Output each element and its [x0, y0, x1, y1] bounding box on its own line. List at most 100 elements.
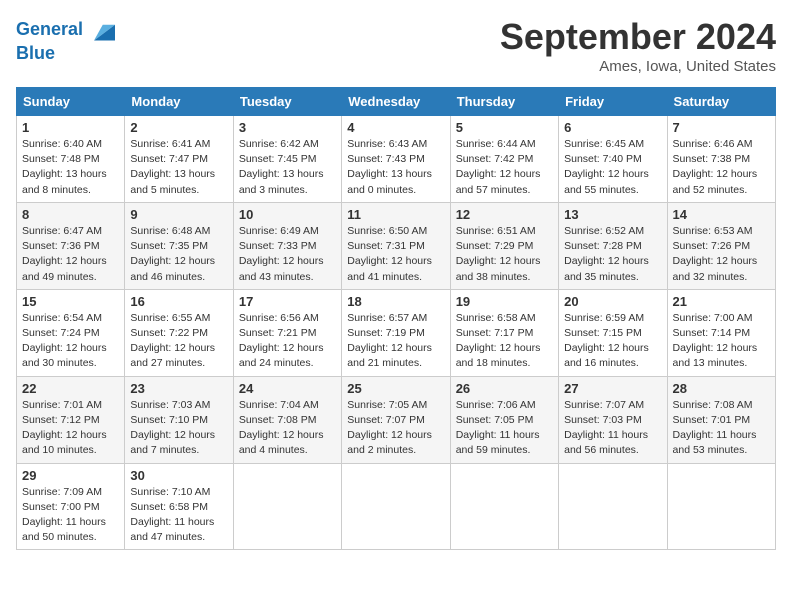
- calendar-cell: 27 Sunrise: 7:07 AM Sunset: 7:03 PM Dayl…: [559, 376, 667, 463]
- sunset: Sunset: 7:00 PM: [22, 501, 100, 513]
- day-info: Sunrise: 6:59 AM Sunset: 7:15 PM Dayligh…: [564, 311, 661, 372]
- sunrise: Sunrise: 7:01 AM: [22, 399, 102, 411]
- sunrise: Sunrise: 7:07 AM: [564, 399, 644, 411]
- calendar-week: 22 Sunrise: 7:01 AM Sunset: 7:12 PM Dayl…: [17, 376, 776, 463]
- sunset: Sunset: 7:35 PM: [130, 240, 208, 252]
- day-number: 24: [239, 381, 336, 396]
- daylight: Daylight: 12 hours and 21 minutes.: [347, 342, 432, 369]
- sunrise: Sunrise: 6:51 AM: [456, 225, 536, 237]
- day-info: Sunrise: 6:48 AM Sunset: 7:35 PM Dayligh…: [130, 224, 227, 285]
- calendar-cell: 5 Sunrise: 6:44 AM Sunset: 7:42 PM Dayli…: [450, 116, 558, 203]
- sunrise: Sunrise: 7:06 AM: [456, 399, 536, 411]
- weekday-header: Wednesday: [342, 88, 450, 116]
- day-info: Sunrise: 7:03 AM Sunset: 7:10 PM Dayligh…: [130, 398, 227, 459]
- logo: General Blue: [16, 16, 115, 64]
- sunrise: Sunrise: 6:41 AM: [130, 138, 210, 150]
- sunset: Sunset: 7:36 PM: [22, 240, 100, 252]
- sunrise: Sunrise: 7:10 AM: [130, 486, 210, 498]
- sunset: Sunset: 7:45 PM: [239, 153, 317, 165]
- daylight: Daylight: 12 hours and 43 minutes.: [239, 255, 324, 282]
- sunset: Sunset: 7:21 PM: [239, 327, 317, 339]
- daylight: Daylight: 12 hours and 13 minutes.: [673, 342, 758, 369]
- day-number: 3: [239, 120, 336, 135]
- sunset: Sunset: 7:48 PM: [22, 153, 100, 165]
- sunrise: Sunrise: 6:48 AM: [130, 225, 210, 237]
- sunset: Sunset: 6:58 PM: [130, 501, 208, 513]
- sunrise: Sunrise: 6:44 AM: [456, 138, 536, 150]
- sunrise: Sunrise: 7:08 AM: [673, 399, 753, 411]
- day-number: 28: [673, 381, 770, 396]
- sunset: Sunset: 7:14 PM: [673, 327, 751, 339]
- calendar-cell: 28 Sunrise: 7:08 AM Sunset: 7:01 PM Dayl…: [667, 376, 775, 463]
- daylight: Daylight: 12 hours and 32 minutes.: [673, 255, 758, 282]
- calendar-cell: 18 Sunrise: 6:57 AM Sunset: 7:19 PM Dayl…: [342, 289, 450, 376]
- daylight: Daylight: 11 hours and 53 minutes.: [673, 429, 757, 456]
- day-info: Sunrise: 7:01 AM Sunset: 7:12 PM Dayligh…: [22, 398, 119, 459]
- calendar-cell: 26 Sunrise: 7:06 AM Sunset: 7:05 PM Dayl…: [450, 376, 558, 463]
- sunset: Sunset: 7:33 PM: [239, 240, 317, 252]
- day-info: Sunrise: 7:05 AM Sunset: 7:07 PM Dayligh…: [347, 398, 444, 459]
- day-number: 12: [456, 207, 553, 222]
- day-info: Sunrise: 6:46 AM Sunset: 7:38 PM Dayligh…: [673, 137, 770, 198]
- sunset: Sunset: 7:26 PM: [673, 240, 751, 252]
- daylight: Daylight: 12 hours and 18 minutes.: [456, 342, 541, 369]
- day-number: 27: [564, 381, 661, 396]
- empty-cell: [450, 463, 558, 550]
- day-number: 7: [673, 120, 770, 135]
- day-info: Sunrise: 6:44 AM Sunset: 7:42 PM Dayligh…: [456, 137, 553, 198]
- day-number: 9: [130, 207, 227, 222]
- day-info: Sunrise: 6:47 AM Sunset: 7:36 PM Dayligh…: [22, 224, 119, 285]
- day-number: 4: [347, 120, 444, 135]
- calendar-cell: 14 Sunrise: 6:53 AM Sunset: 7:26 PM Dayl…: [667, 202, 775, 289]
- sunrise: Sunrise: 7:04 AM: [239, 399, 319, 411]
- sunrise: Sunrise: 6:58 AM: [456, 312, 536, 324]
- day-info: Sunrise: 6:58 AM Sunset: 7:17 PM Dayligh…: [456, 311, 553, 372]
- sunset: Sunset: 7:40 PM: [564, 153, 642, 165]
- calendar-cell: 11 Sunrise: 6:50 AM Sunset: 7:31 PM Dayl…: [342, 202, 450, 289]
- logo-blue: Blue: [16, 44, 115, 64]
- daylight: Daylight: 12 hours and 24 minutes.: [239, 342, 324, 369]
- sunset: Sunset: 7:28 PM: [564, 240, 642, 252]
- sunrise: Sunrise: 6:56 AM: [239, 312, 319, 324]
- calendar-cell: 10 Sunrise: 6:49 AM Sunset: 7:33 PM Dayl…: [233, 202, 341, 289]
- location: Ames, Iowa, United States: [500, 58, 776, 75]
- day-info: Sunrise: 6:45 AM Sunset: 7:40 PM Dayligh…: [564, 137, 661, 198]
- day-info: Sunrise: 6:52 AM Sunset: 7:28 PM Dayligh…: [564, 224, 661, 285]
- calendar-body: 1 Sunrise: 6:40 AM Sunset: 7:48 PM Dayli…: [17, 116, 776, 550]
- day-info: Sunrise: 7:00 AM Sunset: 7:14 PM Dayligh…: [673, 311, 770, 372]
- sunset: Sunset: 7:43 PM: [347, 153, 425, 165]
- day-number: 14: [673, 207, 770, 222]
- day-info: Sunrise: 7:09 AM Sunset: 7:00 PM Dayligh…: [22, 485, 119, 546]
- sunrise: Sunrise: 6:45 AM: [564, 138, 644, 150]
- calendar-cell: 15 Sunrise: 6:54 AM Sunset: 7:24 PM Dayl…: [17, 289, 125, 376]
- daylight: Daylight: 12 hours and 10 minutes.: [22, 429, 107, 456]
- sunset: Sunset: 7:42 PM: [456, 153, 534, 165]
- day-number: 21: [673, 294, 770, 309]
- day-info: Sunrise: 6:43 AM Sunset: 7:43 PM Dayligh…: [347, 137, 444, 198]
- calendar-cell: 17 Sunrise: 6:56 AM Sunset: 7:21 PM Dayl…: [233, 289, 341, 376]
- day-info: Sunrise: 7:08 AM Sunset: 7:01 PM Dayligh…: [673, 398, 770, 459]
- sunrise: Sunrise: 6:54 AM: [22, 312, 102, 324]
- sunrise: Sunrise: 6:50 AM: [347, 225, 427, 237]
- day-info: Sunrise: 6:57 AM Sunset: 7:19 PM Dayligh…: [347, 311, 444, 372]
- calendar-cell: 16 Sunrise: 6:55 AM Sunset: 7:22 PM Dayl…: [125, 289, 233, 376]
- calendar-week: 8 Sunrise: 6:47 AM Sunset: 7:36 PM Dayli…: [17, 202, 776, 289]
- day-number: 25: [347, 381, 444, 396]
- sunset: Sunset: 7:22 PM: [130, 327, 208, 339]
- daylight: Daylight: 12 hours and 41 minutes.: [347, 255, 432, 282]
- sunset: Sunset: 7:01 PM: [673, 414, 751, 426]
- calendar-cell: 20 Sunrise: 6:59 AM Sunset: 7:15 PM Dayl…: [559, 289, 667, 376]
- day-number: 26: [456, 381, 553, 396]
- calendar-cell: 8 Sunrise: 6:47 AM Sunset: 7:36 PM Dayli…: [17, 202, 125, 289]
- sunset: Sunset: 7:38 PM: [673, 153, 751, 165]
- daylight: Daylight: 12 hours and 7 minutes.: [130, 429, 215, 456]
- empty-cell: [667, 463, 775, 550]
- day-number: 16: [130, 294, 227, 309]
- daylight: Daylight: 11 hours and 59 minutes.: [456, 429, 540, 456]
- daylight: Daylight: 12 hours and 16 minutes.: [564, 342, 649, 369]
- sunrise: Sunrise: 6:42 AM: [239, 138, 319, 150]
- calendar-cell: 4 Sunrise: 6:43 AM Sunset: 7:43 PM Dayli…: [342, 116, 450, 203]
- day-number: 5: [456, 120, 553, 135]
- logo-icon: [87, 16, 115, 44]
- calendar-cell: 21 Sunrise: 7:00 AM Sunset: 7:14 PM Dayl…: [667, 289, 775, 376]
